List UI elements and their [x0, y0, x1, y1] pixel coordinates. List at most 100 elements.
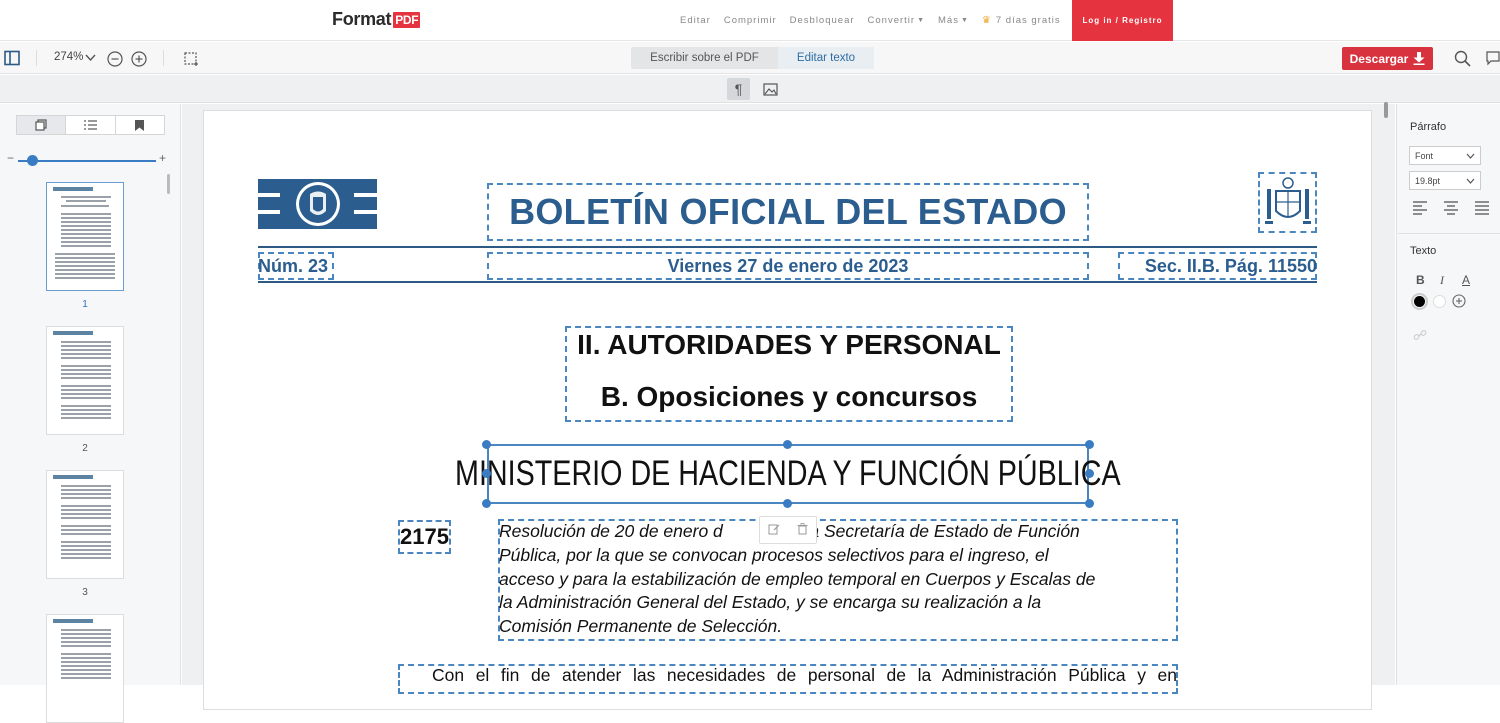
- search-icon[interactable]: [1453, 49, 1471, 67]
- thumbnail-size-slider-handle[interactable]: [27, 155, 38, 166]
- editor-toolbar: 274% Escribir sobre el PDF Editar texto …: [0, 42, 1500, 74]
- font-size-select[interactable]: 19.8pt: [1409, 171, 1481, 190]
- properties-panel: [1396, 104, 1500, 685]
- resize-handle-bottom-right[interactable]: [1085, 499, 1094, 508]
- align-left-icon[interactable]: [1413, 201, 1427, 215]
- thumbnail-size-plus-icon[interactable]: +: [159, 151, 166, 165]
- bookmark-icon: [135, 119, 145, 131]
- section-page: Sec. II.B. Pág. 11550: [1144, 255, 1317, 276]
- page-number-2: 2: [82, 443, 88, 454]
- align-justify-icon[interactable]: [1475, 201, 1489, 215]
- font-select[interactable]: Font: [1409, 146, 1481, 165]
- chevron-down-icon: ▼: [917, 17, 925, 24]
- nav-trial-label: 7 días gratis: [995, 15, 1061, 26]
- chevron-down-icon: [1466, 178, 1475, 184]
- resize-handle-top-left[interactable]: [482, 440, 491, 449]
- resize-handle-top[interactable]: [783, 440, 792, 449]
- tab-bookmarks[interactable]: [116, 116, 164, 134]
- color-swatch-black[interactable]: [1411, 293, 1428, 310]
- edit-mode-switch: Escribir sobre el PDF Editar texto: [631, 47, 874, 69]
- download-icon: [1413, 52, 1425, 65]
- nav-editar[interactable]: Editar: [680, 15, 711, 26]
- list-icon: [83, 120, 97, 130]
- paragraph-section-label: Párrafo: [1410, 121, 1447, 133]
- add-color-icon[interactable]: [1452, 294, 1466, 308]
- resize-handle-bottom-left[interactable]: [482, 499, 491, 508]
- download-button[interactable]: Descargar: [1342, 47, 1433, 70]
- nav-mas-label: Más: [938, 15, 959, 26]
- thumbnails-icon: [35, 119, 47, 131]
- sidebar-toggle-icon[interactable]: [3, 49, 21, 67]
- page-thumbnail-1[interactable]: [46, 182, 124, 291]
- mode-edit-tab[interactable]: Editar texto: [778, 47, 874, 69]
- resize-handle-bottom[interactable]: [783, 499, 792, 508]
- nav-trial[interactable]: ♛ 7 días gratis: [982, 15, 1061, 26]
- header-rule-top: [258, 246, 1317, 248]
- font-select-value: Font: [1415, 150, 1434, 161]
- zoom-in-icon[interactable]: [130, 50, 147, 67]
- chevron-down-icon: ▼: [960, 17, 969, 24]
- crown-icon: ♛: [981, 15, 992, 26]
- thumbnail-size-slider[interactable]: [18, 160, 156, 162]
- resolution-line: Resolución de 20 de enero d 3, de la Sec…: [499, 521, 1080, 541]
- nav-comprimir[interactable]: Comprimir: [724, 15, 777, 26]
- login-button[interactable]: Log in / Registro: [1072, 0, 1173, 41]
- nav-mas[interactable]: Más ▼: [938, 15, 969, 26]
- select-area-icon[interactable]: [182, 50, 199, 67]
- align-center-icon[interactable]: [1444, 201, 1458, 215]
- page-thumbnail-3[interactable]: [46, 470, 124, 579]
- resolution-line: la Administración General del Estado, y …: [499, 592, 1042, 613]
- app-logo[interactable]: Format PDF: [332, 9, 421, 30]
- link-icon[interactable]: [1413, 328, 1427, 342]
- bold-button[interactable]: B: [1416, 273, 1425, 287]
- top-navbar: Format PDF Editar Comprimir Desbloquear …: [0, 0, 1500, 41]
- thumbnail-scrollbar[interactable]: [167, 174, 170, 194]
- resolution-text: Resolución de 20 de enero d 3, de la Sec…: [499, 520, 1177, 639]
- page-thumbnail-2[interactable]: [46, 326, 124, 435]
- bulletin-title: BOLETÍN OFICIAL DEL ESTADO: [509, 191, 1067, 232]
- document-scrollbar[interactable]: [1384, 102, 1388, 118]
- nav-convertir-label: Convertir: [867, 15, 916, 26]
- thumbnail-sidebar: − + 1 2 3: [0, 104, 181, 723]
- comment-icon[interactable]: [1484, 49, 1500, 67]
- resize-handle-right[interactable]: [1085, 469, 1094, 478]
- subsection-heading: B. Oposiciones y concursos: [600, 381, 978, 412]
- edit-subtoolbar: ¶: [0, 75, 1500, 103]
- entry-number: 2175: [400, 524, 449, 549]
- resize-handle-left[interactable]: [482, 469, 491, 478]
- paragraph-tool-icon[interactable]: ¶: [727, 78, 750, 100]
- mode-write-tab[interactable]: Escribir sobre el PDF: [631, 52, 778, 64]
- ministry-text-box-selected[interactable]: MINISTERIO DE HACIENDA Y FUNCIÓN PÚBLICA: [455, 444, 1121, 504]
- color-swatch-white[interactable]: [1433, 295, 1446, 308]
- toolbar-divider: [163, 50, 164, 66]
- nav-convertir[interactable]: Convertir ▼: [868, 15, 925, 26]
- boe-logo: [258, 179, 377, 229]
- download-label: Descargar: [1349, 51, 1409, 66]
- zoom-level[interactable]: 274%: [54, 51, 83, 63]
- sidebar-tabs: [16, 115, 165, 135]
- tab-thumbnails[interactable]: [17, 116, 67, 134]
- resolution-line: Pública, por la que se convocan procesos…: [499, 544, 1049, 565]
- toolbar-divider: [36, 50, 37, 66]
- image-tool-icon[interactable]: [759, 78, 782, 100]
- text-box-mini-toolbar: [759, 516, 817, 544]
- underline-button[interactable]: A: [1462, 273, 1470, 287]
- zoom-out-icon[interactable]: [106, 50, 123, 67]
- panel-divider: [1398, 233, 1500, 234]
- thumbnail-size-minus-icon[interactable]: −: [7, 151, 14, 165]
- italic-button[interactable]: I: [1440, 273, 1444, 288]
- edit-box-icon[interactable]: [768, 523, 780, 538]
- resize-handle-top-right[interactable]: [1085, 440, 1094, 449]
- issue-number: Núm. 23: [258, 255, 329, 276]
- delete-icon[interactable]: [797, 522, 808, 538]
- resolution-line: acceso y para la estabilización de emple…: [499, 568, 1096, 589]
- tab-outline[interactable]: [66, 116, 116, 134]
- text-section-label: Texto: [1410, 245, 1437, 257]
- page-number-1: 1: [82, 299, 88, 310]
- nav-desbloquear[interactable]: Desbloquear: [790, 15, 855, 26]
- main-nav: Editar Comprimir Desbloquear Convertir ▼ …: [680, 0, 1074, 41]
- body-paragraph: Con el fin de atender las necesidades de…: [432, 665, 1177, 685]
- page-thumbnail-4[interactable]: [46, 614, 124, 723]
- zoom-dropdown-chevron-icon[interactable]: [83, 51, 97, 65]
- font-size-value: 19.8pt: [1415, 175, 1441, 186]
